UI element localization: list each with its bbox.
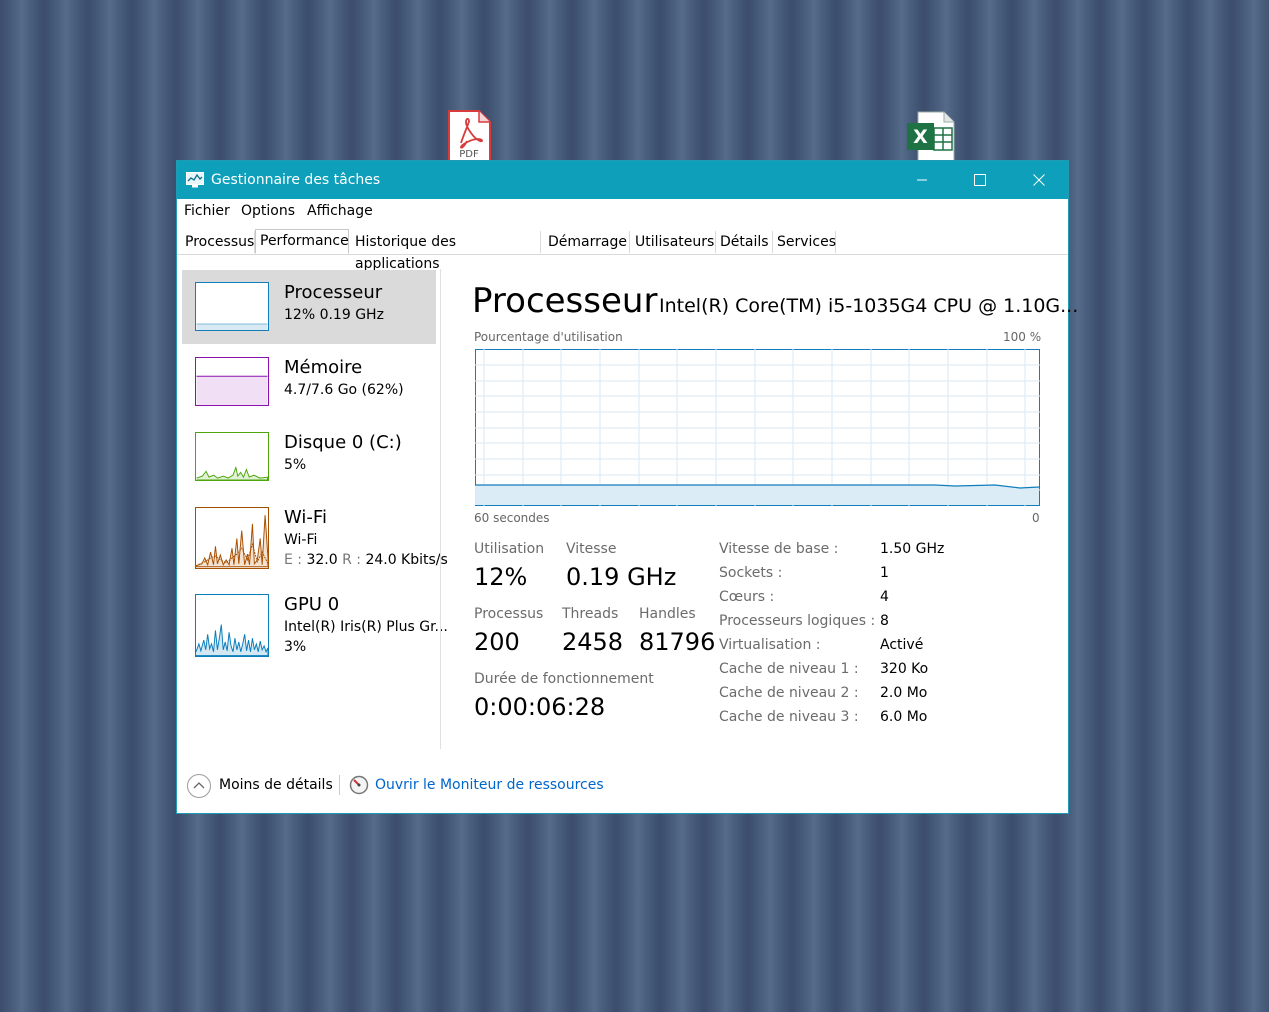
spec-label: Cœurs : bbox=[719, 589, 775, 605]
graph-max-label: 100 % bbox=[1003, 330, 1042, 344]
spec-label: Sockets : bbox=[719, 565, 783, 581]
utilisation-label: Utilisation bbox=[474, 541, 545, 557]
minimize-icon bbox=[917, 179, 927, 181]
sidebar-sub2: 3% bbox=[284, 639, 307, 655]
cpu-thumbnail-graph bbox=[195, 282, 269, 331]
pdf-file-icon[interactable]: PDF bbox=[447, 109, 492, 162]
wifi-send-label: E : bbox=[284, 552, 307, 568]
spec-label: Processeurs logiques : bbox=[719, 613, 876, 629]
vitesse-value: 0.19 GHz bbox=[566, 563, 677, 591]
menu-bar: Fichier Options Affichage bbox=[177, 199, 1068, 223]
graph-time-label: 60 secondes bbox=[474, 511, 550, 525]
sidebar-sub: 12% 0.19 GHz bbox=[284, 307, 384, 323]
uptime-value: 0:00:06:28 bbox=[474, 693, 606, 721]
sidebar-name: Disque 0 (C:) bbox=[284, 432, 402, 453]
tab-utilisateurs[interactable]: Utilisateurs bbox=[631, 231, 716, 253]
spec-value: 8 bbox=[880, 613, 889, 629]
tab-historique[interactable]: Historique des applications bbox=[351, 231, 541, 272]
page-title: Processeur bbox=[472, 281, 658, 321]
resource-monitor-icon bbox=[349, 775, 369, 795]
minimize-button[interactable] bbox=[893, 161, 951, 199]
sidebar-sub: Wi-Fi bbox=[284, 532, 318, 548]
tab-strip: Processus Performance Historique des app… bbox=[177, 227, 1068, 272]
sidebar-name: GPU 0 bbox=[284, 594, 340, 615]
wifi-thumbnail-graph bbox=[195, 507, 269, 569]
handles-label: Handles bbox=[639, 606, 696, 622]
wifi-send-value: 32.0 bbox=[306, 552, 338, 568]
less-details-button[interactable] bbox=[187, 774, 211, 798]
memory-thumbnail-graph bbox=[195, 357, 269, 406]
excel-file-icon[interactable]: X bbox=[906, 110, 956, 163]
spec-label: Cache de niveau 3 : bbox=[719, 709, 859, 725]
cpu-model-name: Intel(R) Core(TM) i5-1035G4 CPU @ 1.10G.… bbox=[659, 295, 1079, 317]
menu-fichier[interactable]: Fichier bbox=[184, 203, 230, 219]
task-manager-icon bbox=[186, 172, 204, 188]
gpu-thumbnail-graph bbox=[195, 594, 269, 657]
graph-zero-label: 0 bbox=[1032, 511, 1040, 525]
maximize-button[interactable] bbox=[951, 161, 1009, 199]
close-button[interactable] bbox=[1010, 161, 1068, 199]
pdf-label: PDF bbox=[459, 149, 479, 160]
uptime-label: Durée de fonctionnement bbox=[474, 671, 654, 687]
menu-options[interactable]: Options bbox=[241, 203, 295, 219]
sidebar-item-disque[interactable]: Disque 0 (C:) 5% bbox=[182, 420, 436, 494]
sidebar-item-wifi[interactable]: Wi-Fi Wi-Fi E : 32.0 R : 24.0 Kbits/s bbox=[182, 495, 448, 569]
spec-label: Virtualisation : bbox=[719, 637, 821, 653]
sidebar-sub: 4.7/7.6 Go (62%) bbox=[284, 382, 404, 398]
tab-processus[interactable]: Processus bbox=[181, 231, 255, 253]
tab-demarrage[interactable]: Démarrage bbox=[544, 231, 630, 253]
sidebar-name: Wi-Fi bbox=[284, 507, 327, 528]
tab-services[interactable]: Services bbox=[773, 231, 836, 253]
close-icon bbox=[1033, 174, 1045, 186]
spec-value: Activé bbox=[880, 637, 924, 653]
resource-monitor-link[interactable]: Ouvrir le Moniteur de ressources bbox=[375, 777, 604, 793]
excel-label: X bbox=[913, 126, 928, 148]
graph-y-label: Pourcentage d'utilisation bbox=[474, 330, 623, 344]
sidebar-sub: Intel(R) Iris(R) Plus Gr... bbox=[284, 619, 448, 635]
panel-divider bbox=[440, 269, 441, 749]
footer-separator bbox=[339, 775, 340, 795]
sidebar-item-memoire[interactable]: Mémoire 4.7/7.6 Go (62%) bbox=[182, 345, 436, 419]
threads-value: 2458 bbox=[562, 628, 624, 656]
processus-label: Processus bbox=[474, 606, 544, 622]
spec-label: Cache de niveau 1 : bbox=[719, 661, 859, 677]
spec-value: 2.0 Mo bbox=[880, 685, 928, 701]
spec-value: 1 bbox=[880, 565, 889, 581]
processus-value: 200 bbox=[474, 628, 520, 656]
tab-performance[interactable]: Performance bbox=[255, 229, 349, 254]
sidebar-name: Mémoire bbox=[284, 357, 363, 378]
wifi-rates: E : 32.0 R : 24.0 Kbits/s bbox=[284, 552, 448, 568]
spec-value: 4 bbox=[880, 589, 889, 605]
menu-affichage[interactable]: Affichage bbox=[307, 203, 373, 219]
handles-value: 81796 bbox=[639, 628, 716, 656]
disk-thumbnail-graph bbox=[195, 432, 269, 481]
spec-value: 6.0 Mo bbox=[880, 709, 928, 725]
maximize-icon bbox=[974, 174, 986, 186]
sidebar-item-gpu[interactable]: GPU 0 Intel(R) Iris(R) Plus Gr... 3% bbox=[182, 582, 448, 657]
title-bar[interactable]: Gestionnaire des tâches bbox=[177, 161, 1068, 199]
spec-value: 1.50 GHz bbox=[880, 541, 945, 557]
sidebar-sub: 5% bbox=[284, 457, 307, 473]
vitesse-label: Vitesse bbox=[566, 541, 617, 557]
tab-details[interactable]: Détails bbox=[716, 231, 773, 253]
wifi-recv-value: 24.0 Kbits/s bbox=[365, 552, 448, 568]
threads-label: Threads bbox=[562, 606, 619, 622]
sidebar-item-processeur[interactable]: Processeur 12% 0.19 GHz bbox=[182, 270, 436, 344]
spec-label: Vitesse de base : bbox=[719, 541, 839, 557]
utilisation-value: 12% bbox=[474, 563, 528, 591]
task-manager-window: Gestionnaire des tâches Fichier Options … bbox=[176, 160, 1078, 814]
spec-value: 320 Ko bbox=[880, 661, 929, 677]
chevron-up-icon bbox=[193, 782, 205, 789]
wifi-recv-label: R : bbox=[337, 552, 366, 568]
cpu-usage-graph bbox=[475, 349, 1040, 506]
sidebar-name: Processeur bbox=[284, 282, 383, 303]
window-title: Gestionnaire des tâches bbox=[211, 172, 381, 188]
less-details-link[interactable]: Moins de détails bbox=[219, 777, 333, 793]
spec-label: Cache de niveau 2 : bbox=[719, 685, 859, 701]
